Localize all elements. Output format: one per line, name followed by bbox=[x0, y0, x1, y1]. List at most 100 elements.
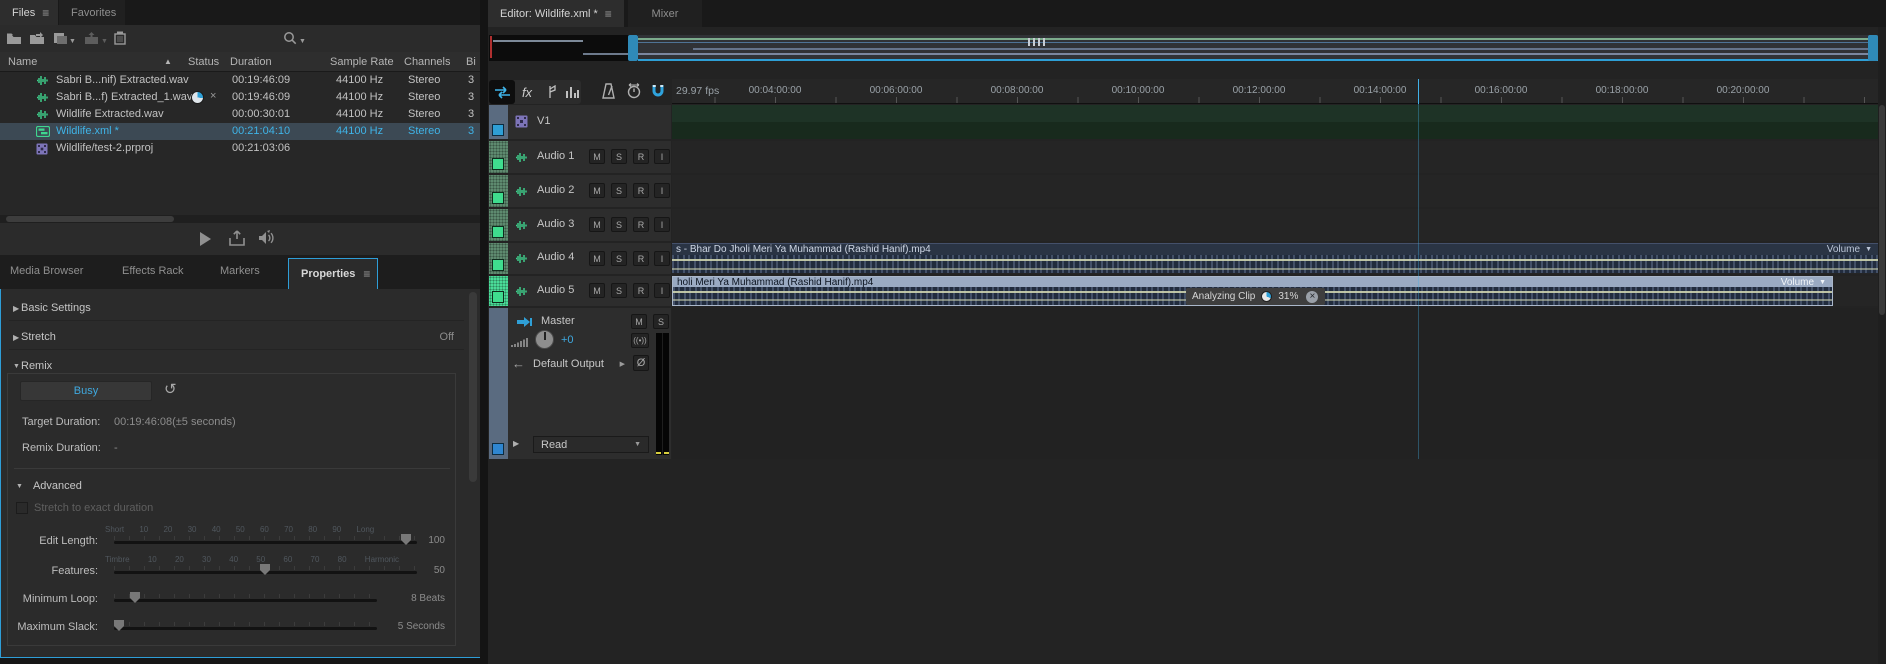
phase-button[interactable]: Ø bbox=[633, 355, 649, 371]
track-select-square[interactable] bbox=[492, 291, 504, 303]
track-select-square[interactable] bbox=[492, 124, 504, 136]
overview-left-handle[interactable] bbox=[628, 35, 638, 61]
fx-tool-icon[interactable]: fx bbox=[517, 83, 537, 101]
file-row[interactable]: Wildlife/test-2.prproj 00:21:03:06 bbox=[0, 140, 480, 157]
solo-button[interactable]: S bbox=[611, 251, 627, 266]
track-header-audio5[interactable]: Audio 5 M S R I bbox=[489, 276, 671, 306]
col-sample-rate[interactable]: Sample Rate bbox=[330, 56, 394, 68]
export-icon[interactable] bbox=[228, 230, 246, 250]
speaker-icon[interactable] bbox=[257, 230, 277, 249]
cancel-analyzing-icon[interactable]: × bbox=[1306, 291, 1318, 303]
automation-mode-dropdown[interactable]: Read ▼ bbox=[533, 436, 649, 453]
open-file-icon[interactable] bbox=[6, 32, 22, 48]
lane-audio4[interactable]: s - Bhar Do Jholi Meri Ya Muhammad (Rash… bbox=[672, 243, 1878, 274]
search-caret-icon[interactable]: ▼ bbox=[299, 38, 306, 45]
lane-master[interactable] bbox=[672, 308, 1878, 459]
tab-effects-rack[interactable]: Effects Rack bbox=[122, 265, 184, 277]
solo-button[interactable]: S bbox=[611, 217, 627, 232]
razor-tool-icon[interactable] bbox=[540, 83, 560, 101]
file-row[interactable]: Sabri B...nif) Extracted.wav 00:19:46:09… bbox=[0, 72, 480, 89]
remix-busy-button[interactable]: Busy bbox=[20, 381, 152, 401]
lane-audio3[interactable] bbox=[672, 209, 1878, 241]
stretch-exact-checkbox[interactable] bbox=[16, 502, 28, 514]
input-monitor-button[interactable]: I bbox=[654, 283, 670, 298]
tab-media-browser[interactable]: Media Browser bbox=[10, 265, 83, 277]
panel-menu-icon[interactable]: ≡ bbox=[42, 6, 49, 20]
track-select-square[interactable] bbox=[492, 443, 504, 455]
file-row[interactable]: Wildlife Extracted.wav 00:00:30:01 44100… bbox=[0, 106, 480, 123]
tab-editor[interactable]: Editor: Wildlife.xml * ≡ bbox=[488, 0, 624, 27]
track-select-square[interactable] bbox=[492, 192, 504, 204]
input-monitor-button[interactable]: I bbox=[654, 149, 670, 164]
track-color-strip[interactable] bbox=[489, 276, 508, 306]
clip-volume-control[interactable]: Volume ▼ bbox=[1827, 244, 1878, 255]
expanded-icon[interactable]: ▼ bbox=[1, 363, 21, 370]
input-monitor-button[interactable]: I bbox=[654, 251, 670, 266]
properties-vscrollbar-thumb[interactable] bbox=[469, 292, 477, 482]
sort-ascending-icon[interactable]: ▲ bbox=[164, 57, 172, 66]
col-status[interactable]: Status bbox=[188, 56, 219, 68]
track-color-strip[interactable] bbox=[489, 308, 508, 459]
advanced-header[interactable]: ▼ Advanced bbox=[16, 480, 82, 492]
audio-clip-selected[interactable]: holi Meri Ya Muhammad (Rashid Hanif).mp4… bbox=[672, 276, 1833, 306]
track-color-strip[interactable] bbox=[489, 141, 508, 173]
files-hscrollbar-thumb[interactable] bbox=[6, 216, 174, 222]
gain-value[interactable]: +0 bbox=[561, 334, 574, 346]
track-color-strip[interactable] bbox=[489, 105, 508, 139]
video-clip-upper[interactable] bbox=[672, 105, 1878, 122]
overview-grip-icon[interactable] bbox=[1028, 38, 1046, 46]
section-stretch[interactable]: ▶ Stretch bbox=[1, 328, 471, 346]
record-arm-button[interactable]: R bbox=[633, 251, 649, 266]
record-arm-button[interactable]: R bbox=[633, 183, 649, 198]
track-header-audio4[interactable]: Audio 4 M S R I bbox=[489, 243, 671, 274]
new-item-caret-icon[interactable]: ▼ bbox=[69, 38, 76, 45]
snap-magnet-icon[interactable] bbox=[648, 82, 668, 100]
solo-button[interactable]: S bbox=[611, 149, 627, 164]
solo-button[interactable]: S bbox=[611, 283, 627, 298]
metronome-icon[interactable] bbox=[598, 82, 618, 100]
record-arm-button[interactable]: R bbox=[633, 217, 649, 232]
import-file-icon[interactable] bbox=[29, 32, 45, 48]
section-basic-settings[interactable]: ▶ Basic Settings bbox=[1, 299, 471, 317]
skip-timer-icon[interactable] bbox=[624, 82, 644, 100]
lane-audio2[interactable] bbox=[672, 175, 1878, 207]
move-tool-selected[interactable] bbox=[489, 80, 515, 104]
mute-button[interactable]: M bbox=[589, 251, 605, 266]
files-hscrollbar[interactable] bbox=[0, 215, 480, 223]
overview-outside-left[interactable] bbox=[489, 35, 638, 61]
solo-button[interactable]: S bbox=[653, 314, 669, 329]
search-icon[interactable] bbox=[283, 31, 298, 49]
track-header-audio1[interactable]: Audio 1 M S R I bbox=[489, 141, 671, 173]
tab-markers[interactable]: Markers bbox=[220, 265, 260, 277]
expanded-icon[interactable]: ▼ bbox=[16, 483, 23, 490]
collapsed-icon[interactable]: ▶ bbox=[1, 333, 21, 342]
tab-favorites[interactable]: Favorites bbox=[59, 0, 125, 25]
input-monitor-button[interactable]: I bbox=[654, 183, 670, 198]
maximum-slack-slider[interactable] bbox=[114, 627, 377, 630]
track-select-square[interactable] bbox=[492, 158, 504, 170]
panel-menu-icon[interactable]: ≡ bbox=[363, 267, 370, 281]
reset-icon[interactable]: ↺ bbox=[164, 380, 177, 398]
gain-knob[interactable] bbox=[535, 330, 554, 349]
mixdown-caret-icon[interactable]: ▼ bbox=[101, 38, 108, 45]
lane-audio1[interactable] bbox=[672, 141, 1878, 173]
track-header-audio2[interactable]: Audio 2 M S R I bbox=[489, 175, 671, 207]
timeline-ruler[interactable]: 29.97 fps 00:04:00:00 00:06:00:00 00:08:… bbox=[672, 79, 1878, 104]
track-color-strip[interactable] bbox=[489, 175, 508, 207]
clip-header[interactable]: s - Bhar Do Jholi Meri Ya Muhammad (Rash… bbox=[672, 244, 1878, 255]
audio-clip[interactable]: s - Bhar Do Jholi Meri Ya Muhammad (Rash… bbox=[672, 243, 1878, 273]
panel-menu-icon[interactable]: ≡ bbox=[605, 7, 612, 21]
output-selector[interactable]: Default Output ▶ bbox=[533, 355, 625, 372]
playhead[interactable] bbox=[1418, 79, 1419, 459]
mute-button[interactable]: M bbox=[589, 183, 605, 198]
mute-button[interactable]: M bbox=[589, 217, 605, 232]
col-name[interactable]: Name bbox=[8, 56, 37, 68]
mute-button[interactable]: M bbox=[589, 149, 605, 164]
file-row[interactable]: Sabri B...f) Extracted_1.wav × 00:19:46:… bbox=[0, 89, 480, 106]
col-duration[interactable]: Duration bbox=[230, 56, 272, 68]
mute-button[interactable]: M bbox=[589, 283, 605, 298]
overview-view-region[interactable] bbox=[638, 35, 1878, 61]
automation-expand-icon[interactable]: ▶ bbox=[513, 439, 519, 448]
col-channels[interactable]: Channels bbox=[404, 56, 450, 68]
solo-button[interactable]: S bbox=[611, 183, 627, 198]
